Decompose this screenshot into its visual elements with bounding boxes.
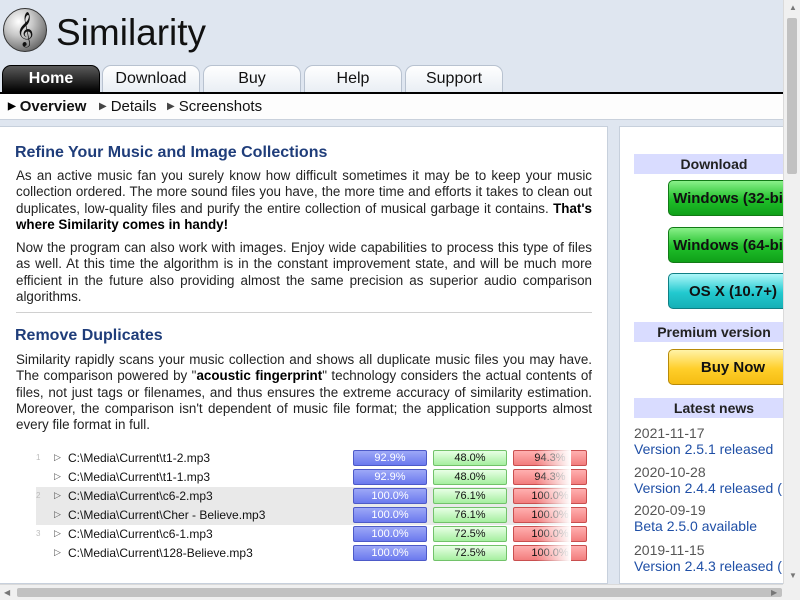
scroll-down-arrow-icon[interactable]: ▼ bbox=[789, 571, 797, 580]
group-number: 2 bbox=[36, 491, 41, 500]
arrow-right-icon: ▶ bbox=[8, 101, 16, 112]
sub-navigation: ▶ Overview ▶ Details ▶ Screenshots bbox=[0, 92, 783, 120]
horizontal-scrollbar[interactable]: ◀ ▶ bbox=[0, 584, 783, 600]
download-windows-32-button[interactable]: Windows (32-bit) bbox=[668, 180, 783, 216]
logo-glyph: 𝄞 bbox=[16, 12, 34, 47]
similarity-cell: 100.0% bbox=[353, 507, 427, 523]
arrow-right-icon: ▶ bbox=[167, 101, 175, 112]
file-path: C:\Media\Current\c6-2.mp3 bbox=[68, 489, 213, 503]
intro-text: As an active music fan you surely know h… bbox=[16, 168, 592, 216]
expand-triangle-icon[interactable]: ▷ bbox=[54, 547, 61, 558]
site-header: 𝄞 Similarity bbox=[0, 0, 783, 64]
intro-paragraph: As an active music fan you surely know h… bbox=[16, 168, 592, 233]
table-row[interactable]: ▷ C:\Media\Current\Cher - Believe.mp3 100.… bbox=[36, 506, 587, 525]
latest-news-heading: Latest news bbox=[634, 398, 783, 418]
tab-help[interactable]: Help bbox=[304, 65, 402, 92]
table-row[interactable]: 1▷C:\Media\Current\t1-2.mp392.9%48.0%94.… bbox=[36, 449, 587, 468]
similarity-cell: 72.5% bbox=[433, 545, 507, 561]
similarity-cell: 100.0% bbox=[353, 526, 427, 542]
section-title-refine: Refine Your Music and Image Collections bbox=[15, 144, 328, 161]
group-number: 1 bbox=[36, 453, 41, 462]
section-divider bbox=[16, 312, 592, 313]
buy-now-button[interactable]: Buy Now bbox=[668, 349, 783, 385]
subnav-screenshots[interactable]: ▶ Screenshots bbox=[167, 98, 262, 115]
images-paragraph: Now the program can also work with image… bbox=[16, 240, 592, 304]
premium-heading: Premium version bbox=[634, 322, 783, 342]
file-path: C:\Media\Current\c6-1.mp3 bbox=[68, 527, 213, 541]
group-number: 3 bbox=[36, 529, 41, 538]
news-link[interactable]: Beta 2.5.0 available bbox=[634, 518, 757, 534]
subnav-details[interactable]: ▶ Details bbox=[99, 98, 157, 115]
similarity-cell: 48.0% bbox=[433, 450, 507, 466]
arrow-right-icon: ▶ bbox=[99, 101, 107, 112]
duplicates-paragraph: Similarity rapidly scans your music coll… bbox=[16, 352, 592, 433]
expand-triangle-icon[interactable]: ▷ bbox=[54, 452, 61, 463]
tab-buy[interactable]: Buy bbox=[203, 65, 301, 92]
horizontal-scroll-thumb[interactable] bbox=[17, 588, 782, 597]
news-link[interactable]: Version 2.4.3 released ( bbox=[634, 558, 782, 574]
similarity-cell: 92.9% bbox=[353, 469, 427, 485]
section-title-duplicates: Remove Duplicates bbox=[15, 327, 163, 344]
similarity-cell: 92.9% bbox=[353, 450, 427, 466]
similarity-cell: 72.5% bbox=[433, 526, 507, 542]
scroll-up-arrow-icon[interactable]: ▲ bbox=[789, 3, 797, 12]
table-row[interactable]: 3▷C:\Media\Current\c6-1.mp3100.0%72.5%10… bbox=[36, 525, 587, 544]
screenshot-fade bbox=[536, 449, 571, 569]
tab-download[interactable]: Download bbox=[102, 65, 200, 92]
scroll-left-arrow-icon[interactable]: ◀ bbox=[4, 588, 10, 597]
download-osx-button[interactable]: OS X (10.7+) bbox=[668, 273, 783, 309]
subnav-overview[interactable]: ▶ Overview bbox=[8, 98, 86, 115]
file-path: C:\Media\Current\t1-1.mp3 bbox=[68, 470, 211, 484]
news-date: 2019-11-15 bbox=[634, 542, 705, 558]
vertical-scrollbar[interactable]: ▲ ▼ bbox=[783, 0, 800, 584]
download-windows-64-button[interactable]: Windows (64-bit) bbox=[668, 227, 783, 263]
file-path: C:\Media\Current\128-Believe.mp3 bbox=[68, 546, 253, 560]
news-link[interactable]: Version 2.4.4 released ( bbox=[634, 480, 782, 496]
news-date: 2020-10-28 bbox=[634, 464, 706, 480]
expand-triangle-icon[interactable]: ▷ bbox=[54, 490, 61, 501]
similarity-cell: 76.1% bbox=[433, 507, 507, 523]
expand-triangle-icon[interactable]: ▷ bbox=[54, 509, 61, 520]
file-path: C:\Media\Current\t1-2.mp3 bbox=[68, 451, 211, 465]
table-row[interactable]: 2▷C:\Media\Current\c6-2.mp3100.0%76.1%10… bbox=[36, 487, 587, 506]
expand-triangle-icon[interactable]: ▷ bbox=[54, 471, 61, 482]
tab-support[interactable]: Support bbox=[405, 65, 503, 92]
sidebar: Download Windows (32-bit) Windows (64-bi… bbox=[619, 126, 783, 584]
similarity-cell: 100.0% bbox=[353, 488, 427, 504]
table-row[interactable]: ▷ C:\Media\Current\128-Believe.mp3 100.0% 7… bbox=[36, 544, 587, 563]
subnav-details-label: Details bbox=[110, 98, 157, 115]
treble-clef-logo-icon[interactable]: 𝄞 bbox=[3, 8, 47, 52]
table-row[interactable]: ▷C:\Media\Current\t1-1.mp392.9%48.0%94.3… bbox=[36, 468, 587, 487]
duplicates-screenshot[interactable]: 1▷C:\Media\Current\t1-2.mp392.9%48.0%94.… bbox=[36, 449, 587, 569]
download-heading: Download bbox=[634, 154, 783, 174]
similarity-cell: 100.0% bbox=[353, 545, 427, 561]
subnav-screenshots-label: Screenshots bbox=[178, 98, 263, 115]
news-date: 2020-09-19 bbox=[634, 502, 706, 518]
file-path: C:\Media\Current\Cher - Believe.mp3 bbox=[68, 508, 266, 522]
similarity-cell: 76.1% bbox=[433, 488, 507, 504]
main-content: Refine Your Music and Image Collections … bbox=[0, 126, 608, 584]
news-date: 2021-11-17 bbox=[634, 425, 705, 441]
tab-home[interactable]: Home bbox=[2, 65, 100, 92]
vertical-scroll-thumb[interactable] bbox=[787, 18, 797, 174]
duplicates-bold-text: acoustic fingerprint bbox=[196, 368, 323, 384]
main-tabs: Home Download Buy Help Support bbox=[0, 64, 783, 92]
scroll-right-arrow-icon[interactable]: ▶ bbox=[771, 588, 777, 597]
subnav-overview-label: Overview bbox=[19, 98, 87, 115]
site-title[interactable]: Similarity bbox=[56, 12, 206, 54]
expand-triangle-icon[interactable]: ▷ bbox=[54, 528, 61, 539]
similarity-cell: 48.0% bbox=[433, 469, 507, 485]
scrollbar-corner bbox=[783, 584, 800, 600]
news-link[interactable]: Version 2.5.1 released bbox=[634, 441, 773, 457]
